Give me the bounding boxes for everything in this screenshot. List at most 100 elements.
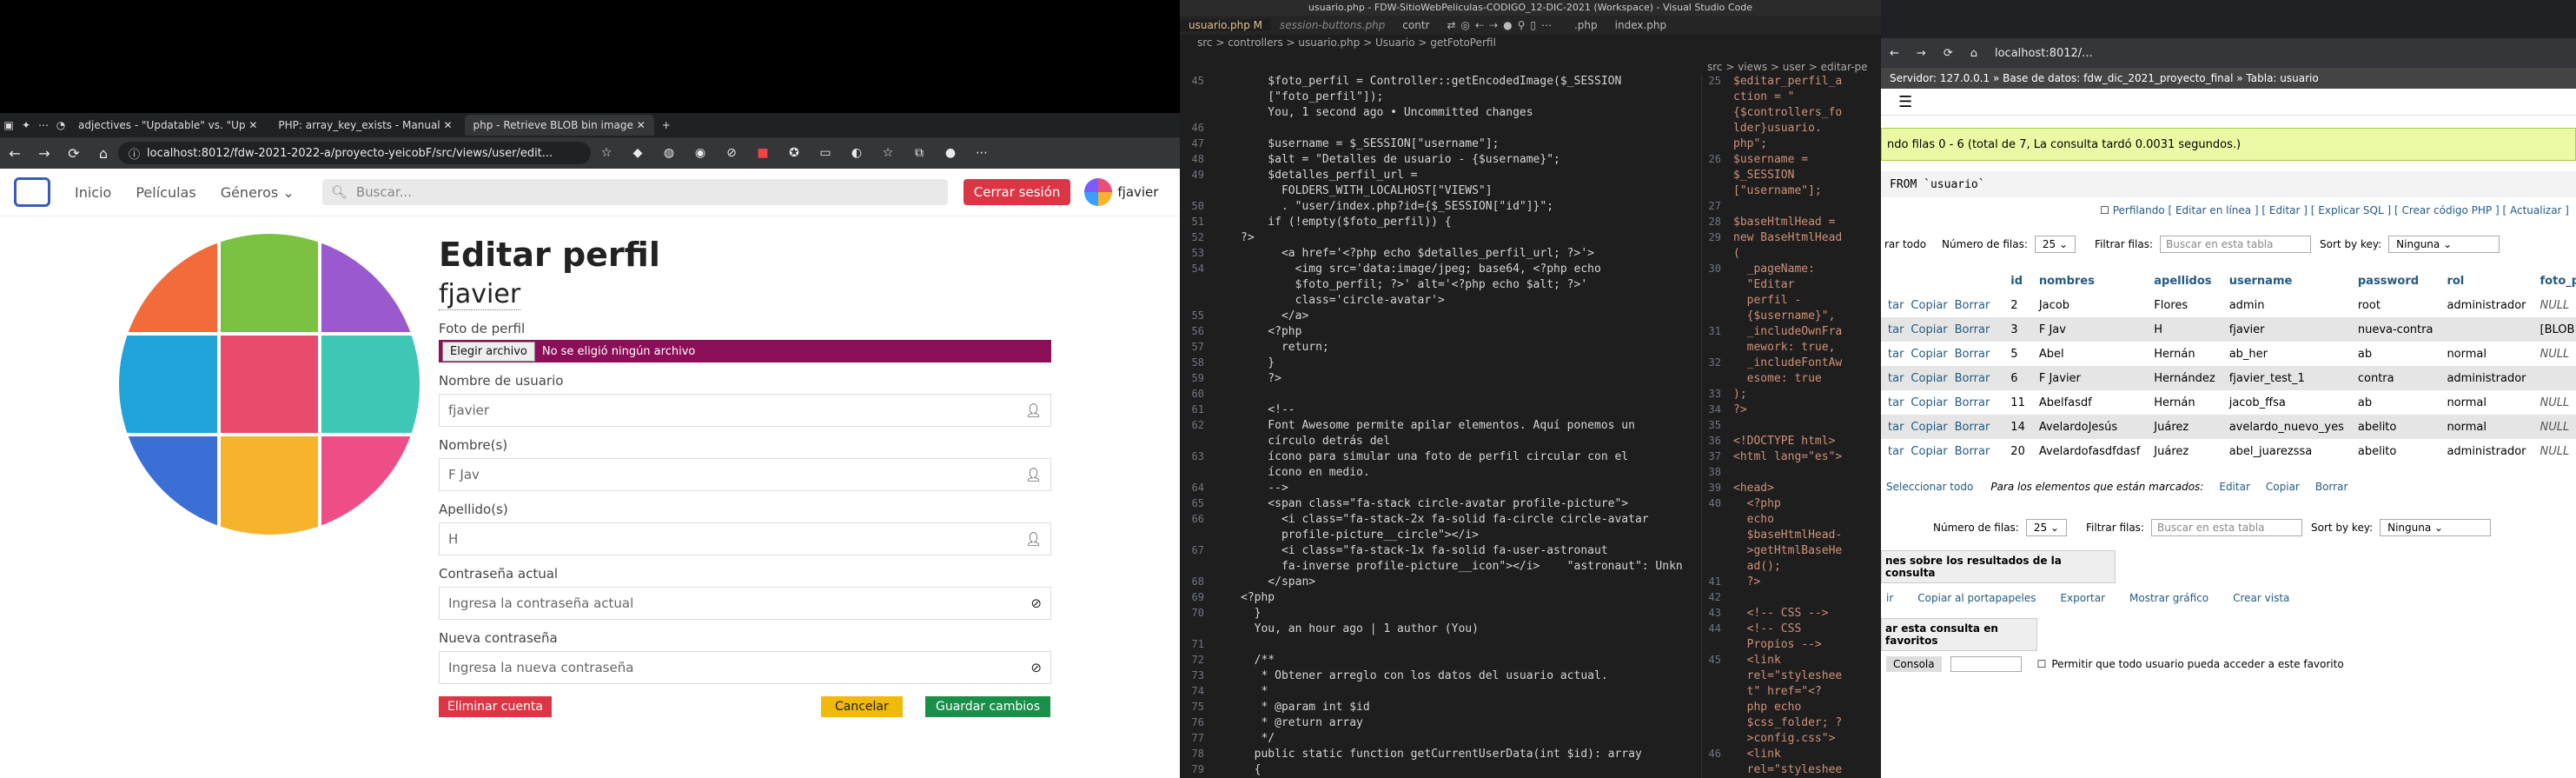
table-cell[interactable]: administrador: [2440, 293, 2533, 317]
photo-file-input[interactable]: Elegir archivo No se eligió ningún archi…: [439, 340, 1051, 362]
copy-row-button[interactable]: Copiar: [1910, 348, 1947, 361]
new-tab-button[interactable]: +: [658, 119, 675, 131]
table-cell[interactable]: ab: [2351, 342, 2440, 366]
query-op-button[interactable]: Crear vista: [2233, 592, 2289, 604]
query-op-button[interactable]: Exportar: [2060, 592, 2105, 604]
console-tab[interactable]: Consola: [1886, 656, 1942, 672]
select-all-link[interactable]: Seleccionar todo: [1886, 481, 1973, 493]
eye-slash-icon[interactable]: ⊘: [1030, 595, 1042, 611]
table-cell[interactable]: Jacob: [2032, 293, 2147, 317]
table-cell[interactable]: 2: [2003, 293, 2032, 317]
checkbox[interactable]: ☐: [2037, 658, 2047, 670]
delete-row-button[interactable]: Borrar: [1955, 348, 1990, 361]
site-logo-icon[interactable]: [14, 177, 50, 207]
sort-select[interactable]: Ninguna ⌄: [2388, 236, 2500, 253]
cancel-button[interactable]: Cancelar: [821, 696, 903, 717]
table-cell[interactable]: H: [2147, 317, 2222, 342]
table-cell[interactable]: abelito: [2351, 439, 2440, 463]
tab-session-buttons[interactable]: session-buttons.php: [1271, 19, 1394, 31]
column-header[interactable]: rol: [2440, 269, 2533, 293]
bookmark-star-icon[interactable]: ☆: [591, 146, 622, 160]
navbar-username[interactable]: fjavier: [1117, 184, 1158, 200]
table-cell[interactable]: Hernán: [2147, 390, 2222, 415]
reload-icon[interactable]: ⟳: [59, 145, 89, 162]
current-password-field[interactable]: Ingresa la contraseña actual ⊘: [439, 587, 1051, 620]
table-cell[interactable]: NULL: [2533, 415, 2576, 439]
tab-index-php[interactable]: index.php: [1606, 19, 1675, 31]
edit-row-button[interactable]: tar: [1888, 299, 1904, 312]
filter-input[interactable]: Buscar en esta tabla: [2150, 519, 2302, 536]
home-icon[interactable]: ⌂: [89, 145, 118, 162]
sort-select[interactable]: Ninguna ⌄: [2380, 519, 2492, 536]
github-icon[interactable]: ◔: [52, 119, 70, 131]
table-cell[interactable]: 6: [2003, 366, 2032, 390]
edit-row-button[interactable]: tar: [1888, 372, 1904, 385]
query-op-button[interactable]: ir: [1886, 592, 1893, 604]
extension-icon[interactable]: ⊘: [716, 146, 747, 160]
table-cell[interactable]: normal: [2440, 415, 2533, 439]
table-cell[interactable]: 11: [2003, 390, 2032, 415]
tab-php-manual[interactable]: PHP: array_key_exists - Manual ✕: [269, 115, 460, 136]
table-cell[interactable]: 20: [2003, 439, 2032, 463]
table-cell[interactable]: [BLOB - 197.5 KB]: [2533, 317, 2576, 342]
copy-row-button[interactable]: Copiar: [1910, 421, 1947, 434]
table-cell[interactable]: Juárez: [2147, 439, 2222, 463]
code-editor[interactable]: 45 $foto_perfil = Controller::getEncoded…: [1180, 75, 1698, 778]
rows-select[interactable]: 25 ⌄: [2025, 519, 2067, 536]
table-cell[interactable]: Hernán: [2147, 342, 2222, 366]
query-op-button[interactable]: Copiar al portapapeles: [1917, 592, 2036, 604]
last-name-field[interactable]: H 👤︎: [439, 522, 1051, 555]
collections-icon[interactable]: ⧉: [904, 146, 935, 160]
copy-row-button[interactable]: Copiar: [1910, 372, 1947, 385]
column-header[interactable]: nombres: [2032, 269, 2147, 293]
search-input[interactable]: 🔍︎ Buscar...: [321, 179, 948, 205]
delete-row-button[interactable]: Borrar: [1955, 421, 1990, 434]
column-header[interactable]: id: [2003, 269, 2032, 293]
tab-side-php[interactable]: .php: [1566, 19, 1606, 31]
extension-icon[interactable]: ▭: [810, 146, 841, 160]
url-field[interactable]: ⓘ localhost:8012/fdw-2021-2022-a/proyect…: [118, 142, 591, 164]
copy-row-button[interactable]: Copiar: [1910, 396, 1947, 409]
url-field[interactable]: localhost:8012/...: [1995, 47, 2093, 60]
table-cell[interactable]: fjavier_test_1: [2222, 366, 2351, 390]
menu-icon[interactable]: ☰: [1898, 93, 1912, 111]
column-header[interactable]: username: [2222, 269, 2351, 293]
profiling-text[interactable]: Perfilando [ Editar en línea ] [ Editar …: [2113, 204, 2569, 216]
logout-button[interactable]: Cerrar sesión: [963, 179, 1071, 205]
table-cell[interactable]: fjavier: [2222, 317, 2351, 342]
table-cell[interactable]: administrador: [2440, 366, 2533, 390]
table-cell[interactable]: root: [2351, 293, 2440, 317]
extension-icon[interactable]: ◐: [841, 146, 872, 160]
table-cell[interactable]: NULL: [2533, 342, 2576, 366]
table-cell[interactable]: 3: [2003, 317, 2032, 342]
table-cell[interactable]: normal: [2440, 342, 2533, 366]
filter-input[interactable]: Buscar en esta tabla: [2160, 236, 2312, 253]
table-cell[interactable]: jacob_ffsa: [2222, 390, 2351, 415]
reload-icon[interactable]: ⟳: [1944, 47, 1953, 60]
edit-row-button[interactable]: tar: [1888, 396, 1904, 409]
table-cell[interactable]: NULL: [2533, 293, 2576, 317]
bulk-copy-button[interactable]: Copiar: [2266, 481, 2300, 493]
table-cell[interactable]: administrador: [2440, 439, 2533, 463]
new-password-field[interactable]: Ingresa la nueva contraseña ⊘: [439, 651, 1051, 684]
table-cell[interactable]: [2440, 317, 2533, 342]
copy-row-button[interactable]: Copiar: [1910, 445, 1947, 458]
user-avatar[interactable]: [1084, 178, 1113, 206]
table-cell[interactable]: nueva-contra: [2351, 317, 2440, 342]
profile-icon[interactable]: ●: [935, 146, 966, 160]
fav-input[interactable]: [1950, 656, 2022, 672]
first-name-field[interactable]: F Jav 👤︎: [439, 458, 1051, 491]
extension-icon[interactable]: ◆: [622, 146, 653, 160]
bulk-edit-button[interactable]: Editar: [2219, 481, 2250, 493]
menu-icon[interactable]: ⋯: [966, 146, 997, 160]
back-icon[interactable]: ←: [1890, 47, 1899, 60]
table-cell[interactable]: abel_juarezssa: [2222, 439, 2351, 463]
extension-icon[interactable]: ☆: [872, 146, 904, 160]
table-cell[interactable]: Abel: [2032, 342, 2147, 366]
delete-row-button[interactable]: Borrar: [1955, 372, 1990, 385]
table-cell[interactable]: 5: [2003, 342, 2032, 366]
column-header[interactable]: foto_perfil: [2533, 269, 2576, 293]
query-op-button[interactable]: Mostrar gráfico: [2129, 592, 2208, 604]
nav-generos[interactable]: Géneros ⌄: [221, 184, 295, 201]
show-all-button[interactable]: rar todo: [1884, 238, 1926, 250]
